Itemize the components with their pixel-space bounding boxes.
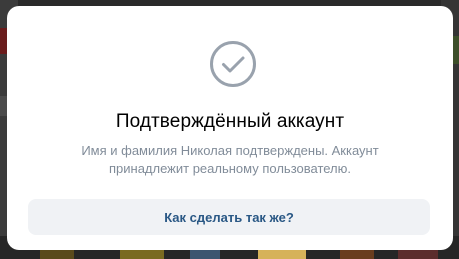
check-circle-icon <box>210 41 256 87</box>
modal-title: Подтверждённый аккаунт <box>115 111 345 132</box>
how-to-verify-button[interactable]: Как сделать так же? <box>28 199 430 235</box>
verified-account-modal: Подтверждённый аккаунт Имя и фамилия Ник… <box>7 6 453 250</box>
modal-description: Имя и фамилия Николая подтверждены. Акка… <box>81 143 379 176</box>
how-to-verify-label: Как сделать так же? <box>164 209 294 225</box>
